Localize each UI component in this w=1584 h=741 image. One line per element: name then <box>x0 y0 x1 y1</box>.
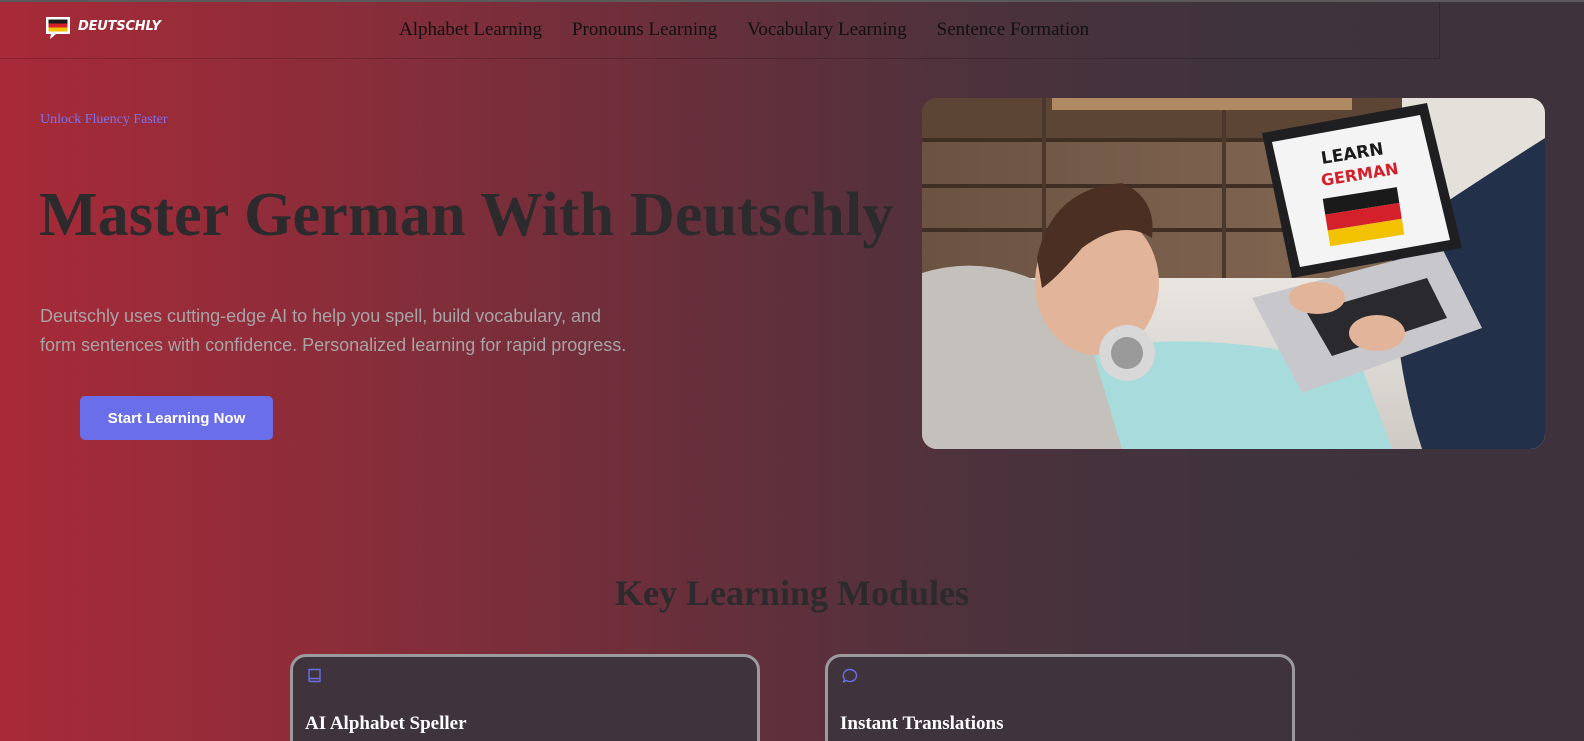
module-card-title: Instant Translations <box>840 713 1004 734</box>
nav-link-alphabet-learning[interactable]: Alphabet Learning <box>399 19 542 41</box>
module-card-alphabet-speller[interactable]: AI Alphabet Speller <box>290 654 760 741</box>
nav-link-pronouns-learning[interactable]: Pronouns Learning <box>572 19 717 41</box>
book-icon <box>308 668 321 683</box>
chat-bubble-icon <box>842 668 858 683</box>
main-nav: Alphabet Learning Pronouns Learning Voca… <box>399 19 1089 41</box>
nav-link-sentence-formation[interactable]: Sentence Formation <box>937 19 1090 41</box>
flag-speech-bubble-icon <box>46 17 70 39</box>
module-card-title: AI Alphabet Speller <box>305 713 467 734</box>
hero-description: Deutschly uses cutting-edge AI to help y… <box>40 306 627 355</box>
module-card-instant-translations[interactable]: Instant Translations <box>825 654 1295 741</box>
nav-link-vocabulary-learning[interactable]: Vocabulary Learning <box>747 19 907 41</box>
header-nav-bar: DEUTSCHLY Alphabet Learning Pronouns Lea… <box>0 2 1440 59</box>
modules-section-title: Key Learning Modules <box>614 573 969 613</box>
hero-eyebrow: Unlock Fluency Faster <box>40 112 168 127</box>
hero-title: Master German With Deutschly <box>39 181 894 249</box>
hero-illustration: LEARN GERMAN <box>922 98 1545 449</box>
hero-image: LEARN GERMAN <box>922 98 1545 449</box>
brand-logo[interactable]: DEUTSCHLY <box>44 15 161 41</box>
brand-name: DEUTSCHLY <box>78 18 161 34</box>
start-learning-button[interactable]: Start Learning Now <box>80 396 273 440</box>
